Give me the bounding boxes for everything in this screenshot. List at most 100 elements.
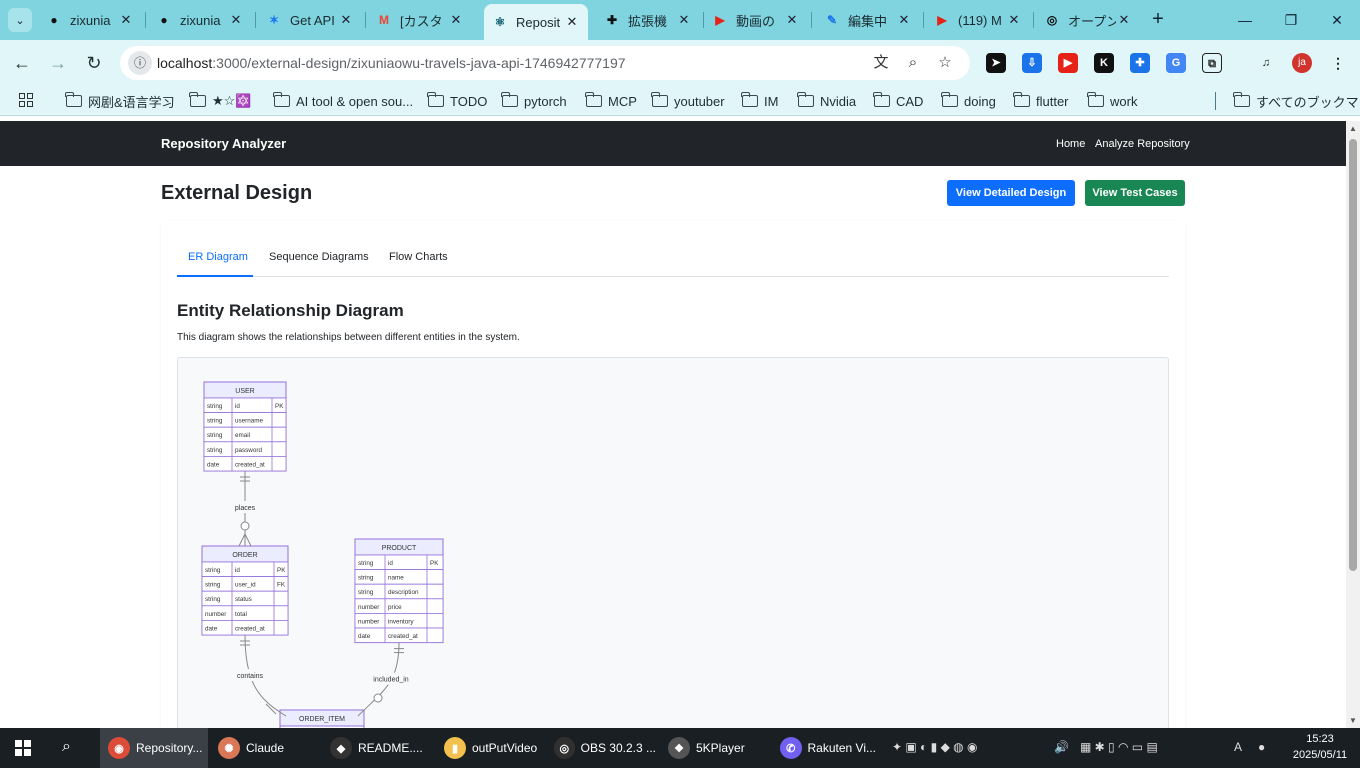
bookmark-folder[interactable]: AI tool & open sou... bbox=[273, 92, 413, 110]
browser-tab[interactable]: M [カスタ ✕ bbox=[368, 6, 472, 34]
tab-close-icon[interactable]: ✕ bbox=[784, 12, 800, 28]
bookmark-star-icon[interactable]: ☆ bbox=[934, 52, 956, 74]
bookmark-label: IM bbox=[764, 93, 779, 109]
site-info-icon[interactable]: ⓘ bbox=[128, 51, 152, 75]
taskbar-app[interactable]: ◉ Repository... bbox=[100, 728, 208, 768]
taskbar-app[interactable]: ✆ Rakuten Vi... bbox=[772, 728, 876, 768]
brand-link[interactable]: Repository Analyzer bbox=[161, 136, 286, 151]
tray-app-icons[interactable]: ✦ ▣ ◐ ▮ ◆ ◍ ◉ bbox=[892, 740, 977, 754]
tab-close-icon[interactable]: ✕ bbox=[228, 12, 244, 28]
bookmark-folder[interactable]: ★☆🔯 bbox=[189, 92, 252, 110]
taskbar-app[interactable]: ▮ outPutVideo bbox=[436, 728, 542, 768]
extensions-puzzle-icon[interactable]: ⧉ bbox=[1202, 53, 1222, 73]
reload-icon[interactable]: ↻ bbox=[80, 49, 108, 77]
bookmark-folder[interactable]: Nvidia bbox=[797, 92, 856, 110]
ime-indicator[interactable]: A bbox=[1234, 740, 1242, 754]
bookmark-folder[interactable]: flutter bbox=[1013, 92, 1069, 110]
attribute-cell: date bbox=[205, 625, 218, 632]
taskbar-clock[interactable]: 15:23 2025/05/11 bbox=[1288, 731, 1352, 763]
forward-icon[interactable]: → bbox=[44, 49, 72, 77]
browser-tab[interactable]: ⚛ Reposit ✕ bbox=[484, 4, 588, 40]
bookmark-folder[interactable]: TODO bbox=[427, 92, 487, 110]
scroll-up-icon[interactable]: ▲ bbox=[1349, 124, 1357, 133]
taskbar-app[interactable]: ◆ README.... bbox=[322, 728, 432, 768]
bookmark-folder[interactable]: IM bbox=[741, 92, 779, 110]
tab-close-icon[interactable]: ✕ bbox=[118, 12, 134, 28]
bookmark-label: CAD bbox=[896, 93, 924, 109]
tab-close-icon[interactable]: ✕ bbox=[1116, 12, 1132, 28]
view-detailed-design-button[interactable]: View Detailed Design bbox=[947, 180, 1075, 206]
bookmark-folder[interactable]: youtuber bbox=[651, 92, 725, 110]
browser-tab[interactable]: ▶ (119) M ✕ bbox=[926, 6, 1030, 34]
browser-tab[interactable]: ◎ オープン ✕ bbox=[1036, 6, 1140, 34]
tab-close-icon[interactable]: ✕ bbox=[676, 12, 692, 28]
url-text[interactable]: localhost:3000/external-design/zixuniaow… bbox=[157, 55, 626, 71]
tab-close-icon[interactable]: ✕ bbox=[564, 14, 580, 30]
view-test-cases-button[interactable]: View Test Cases bbox=[1085, 180, 1185, 206]
bookmark-folder[interactable]: MCP bbox=[585, 92, 637, 110]
tray-volume-icon[interactable]: 🔊 bbox=[1054, 740, 1069, 754]
browser-menu-icon[interactable]: ⋮ bbox=[1328, 53, 1348, 73]
media-control-icon[interactable]: ♫ bbox=[1256, 53, 1276, 73]
profile-avatar[interactable]: ja bbox=[1292, 53, 1312, 73]
bookmark-folder[interactable]: doing bbox=[941, 92, 996, 110]
scroll-down-icon[interactable]: ▼ bbox=[1349, 716, 1357, 725]
tab-flow-charts[interactable]: Flow Charts bbox=[389, 251, 448, 263]
tab-close-icon[interactable]: ✕ bbox=[1006, 12, 1022, 28]
attribute-cell: string bbox=[205, 582, 221, 589]
extension-puzzle-blue-icon[interactable]: ✚ bbox=[1130, 53, 1150, 73]
extension-send-icon[interactable]: ➤ bbox=[986, 53, 1006, 73]
taskbar-app-label: README.... bbox=[358, 741, 423, 755]
zoom-icon[interactable]: ⌕ bbox=[902, 52, 924, 74]
extension-k-icon[interactable]: K bbox=[1094, 53, 1114, 73]
tray-edge-icon[interactable]: ● bbox=[1258, 740, 1265, 754]
tab-close-icon[interactable]: ✕ bbox=[896, 12, 912, 28]
bookmark-folder[interactable]: CAD bbox=[873, 92, 924, 110]
browser-tab[interactable]: ✶ Get API ✕ bbox=[258, 6, 362, 34]
address-bar[interactable]: ⓘ localhost:3000/external-design/zixunia… bbox=[120, 46, 970, 80]
browser-tab[interactable]: ✚ 拡張機 ✕ bbox=[596, 6, 700, 34]
bookmark-folder[interactable]: work bbox=[1087, 92, 1138, 110]
scrollbar-thumb[interactable] bbox=[1349, 139, 1357, 571]
attribute-cell: name bbox=[388, 575, 404, 582]
attribute-cell: string bbox=[205, 596, 221, 603]
tray-network-icons[interactable]: ▦ ✱ ▯ ◠ ▭ ▤ bbox=[1080, 740, 1158, 754]
nav-analyze-link[interactable]: Analyze Repository bbox=[1095, 138, 1190, 150]
taskbar-app[interactable]: ◎ OBS 30.2.3 ... bbox=[546, 728, 656, 768]
new-tab-button[interactable]: + bbox=[1146, 8, 1170, 32]
tab-close-icon[interactable]: ✕ bbox=[338, 12, 354, 28]
entity-name: USER bbox=[235, 388, 254, 395]
tab-sequence-diagrams[interactable]: Sequence Diagrams bbox=[269, 251, 369, 263]
tab-er-diagram[interactable]: ER Diagram bbox=[188, 251, 248, 263]
extension-youtube-icon[interactable]: ▶ bbox=[1058, 53, 1078, 73]
folder-icon bbox=[651, 92, 668, 107]
extension-translate-icon[interactable]: G bbox=[1166, 53, 1186, 73]
tab-search-icon[interactable]: ⌄ bbox=[8, 8, 32, 32]
close-window-icon[interactable]: ✕ bbox=[1314, 6, 1360, 34]
tab-close-icon[interactable]: ✕ bbox=[448, 12, 464, 28]
bookmark-folder[interactable]: 网剧&语言学习 bbox=[65, 92, 175, 110]
browser-tab[interactable]: ✎ 編集中 ✕ bbox=[816, 6, 920, 34]
taskbar-search-icon[interactable]: ⌕ bbox=[62, 738, 71, 756]
windows-start-icon[interactable] bbox=[15, 740, 31, 756]
browser-tab[interactable]: ● zixunia ✕ bbox=[38, 6, 142, 34]
taskbar-app[interactable]: ❖ 5KPlayer bbox=[660, 728, 768, 768]
translate-icon[interactable]: 文 bbox=[870, 52, 892, 74]
folder-icon bbox=[941, 92, 958, 107]
apps-grid-icon[interactable] bbox=[19, 93, 33, 107]
bookmark-folder[interactable]: pytorch bbox=[501, 92, 567, 110]
back-icon[interactable]: ← bbox=[8, 49, 36, 77]
all-bookmarks[interactable]: すべてのブックマーク bbox=[1233, 92, 1360, 110]
browser-tab[interactable]: ▶ 動画の ✕ bbox=[704, 6, 808, 34]
restore-icon[interactable]: ❐ bbox=[1268, 6, 1314, 34]
bookmark-label: work bbox=[1110, 93, 1138, 109]
browser-tab[interactable]: ● zixunia ✕ bbox=[148, 6, 252, 34]
bookmarks-bar: 网剧&语言学习 ★☆🔯 AI tool & open sou... TODO pytor… bbox=[0, 86, 1360, 116]
taskbar-app[interactable]: ✺ Claude bbox=[210, 728, 318, 768]
relationship-label: included_in bbox=[373, 677, 409, 684]
nav-home-link[interactable]: Home bbox=[1056, 138, 1085, 150]
extension-download-icon[interactable]: ⇩ bbox=[1022, 53, 1042, 73]
page-scrollbar[interactable]: ▲ ▼ bbox=[1346, 121, 1360, 728]
diagram-tabs: ER Diagram Sequence Diagrams Flow Charts bbox=[177, 221, 1169, 277]
minimize-icon[interactable]: — bbox=[1222, 6, 1268, 34]
